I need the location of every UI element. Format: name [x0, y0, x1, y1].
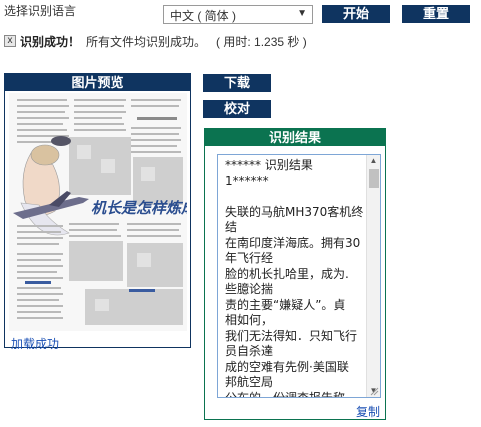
result-panel: 识别结果 ****** 识别结果 1****** 失联的马航MH370客机终结在南…: [204, 128, 386, 420]
result-header: 识别结果: [205, 129, 385, 146]
result-line: 1******: [225, 173, 269, 188]
result-line: 在南印度洋海底。拥有30: [225, 235, 361, 250]
result-line: [225, 189, 367, 205]
result-line: 脸的机长扎哈里，成为.: [225, 266, 349, 281]
result-line: 员自杀達: [225, 344, 274, 358]
language-label: 选择识别语言: [4, 4, 77, 18]
proofread-button[interactable]: 校对: [203, 100, 271, 118]
preview-header: 图片预览: [5, 74, 190, 91]
image-preview-panel: 图片预览 机长是怎样炼 加载成功: [4, 73, 191, 351]
reset-button[interactable]: 重置: [402, 5, 470, 23]
result-line: 邦航空局: [225, 375, 274, 389]
chevron-down-icon[interactable]: ▼: [297, 8, 307, 19]
status-message: 所有文件均识别成功。: [86, 34, 207, 49]
result-line: 成的空难有先例·美国联: [225, 359, 349, 374]
scroll-thumb[interactable]: [369, 169, 379, 188]
download-button[interactable]: 下载: [203, 74, 271, 92]
preview-status: 加载成功: [11, 337, 60, 351]
preview-headline: 机长是怎样炼成的: [91, 199, 187, 217]
result-line: ****** 识别结果: [225, 158, 313, 172]
result-line: 些臆论揣: [225, 282, 274, 296]
result-line: 责的主要“嫌疑人”。貞: [225, 297, 346, 312]
copy-link[interactable]: 复制: [356, 403, 380, 420]
start-button[interactable]: 开始: [322, 5, 390, 23]
language-select-value: 中文 ( 简体 ): [170, 9, 236, 23]
result-line: 相如何，: [225, 313, 274, 327]
result-line: 年飞行经: [225, 251, 274, 265]
result-scrollbar[interactable]: ▲ ▼: [366, 155, 380, 397]
magazine-page-image: 机长是怎样炼成的: [9, 93, 187, 331]
result-line: 结: [225, 220, 238, 234]
resize-grip-icon[interactable]: [369, 386, 379, 396]
preview-image: 机长是怎样炼成的: [9, 93, 187, 331]
result-text-lines: ****** 识别结果 1****** 失联的马航MH370客机终结在南印度洋海底…: [225, 158, 367, 398]
result-line: 我们无法得知．只知飞行: [225, 328, 358, 343]
language-select[interactable]: 中文 ( 简体 ) ▼: [163, 5, 313, 24]
status-time: ( 用时: 1.235 秒 ): [216, 34, 307, 49]
status-bar: x 识别成功！ 所有文件均识别成功。 ( 用时: 1.235 秒 ): [4, 32, 307, 50]
close-icon[interactable]: x: [4, 35, 16, 47]
status-success: 识别成功！: [20, 34, 81, 49]
result-textarea[interactable]: ****** 识别结果 1****** 失联的马航MH370客机终结在南印度洋海底…: [217, 154, 381, 398]
result-line: 失联的马航MH370客机终: [225, 204, 364, 219]
result-line: 公布的一份调查报告称,: [225, 390, 349, 398]
scroll-up-icon[interactable]: ▲: [367, 155, 380, 167]
